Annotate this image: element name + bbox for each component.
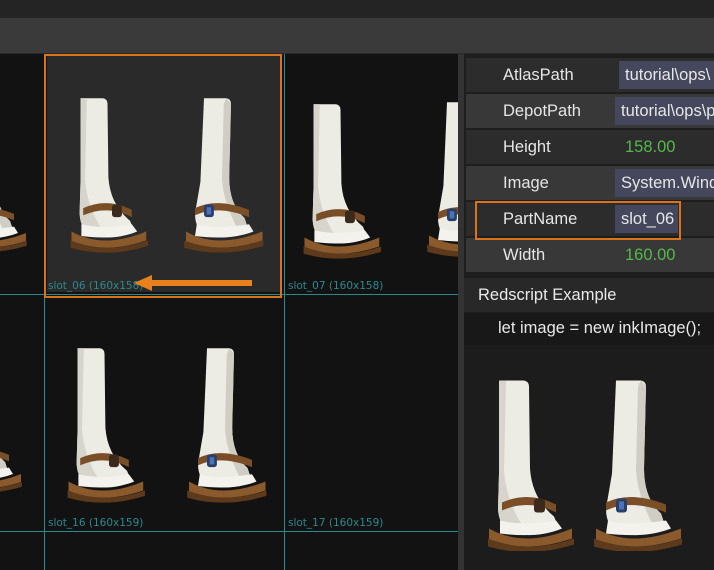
property-key: DepotPath [503,102,581,120]
grid-line [0,531,458,532]
property-row-image[interactable]: Image System.Windo [466,166,714,200]
grid-line [284,54,285,570]
selected-slot-outline [44,54,282,298]
height-value[interactable]: 158.00 [619,133,714,161]
width-value[interactable]: 160.00 [619,241,714,269]
white-sock-sandals-icon[interactable] [180,338,270,508]
property-row-height[interactable]: Height 158.00 [466,130,714,164]
title-bar [0,0,714,18]
property-row-width[interactable]: Width 160.00 [466,238,714,272]
slot-label: slot_17 (160x159) [288,517,384,529]
white-sock-sandals-icon [586,376,686,551]
white-sock-sandals-icon[interactable] [420,92,458,262]
atlas-viewer[interactable]: slot_06 (160x158) slot_07 (160x158) slot… [0,54,458,570]
toolbar [0,18,714,54]
depotpath-field[interactable]: tutorial\ops\p [615,97,714,125]
property-row-atlaspath[interactable]: AtlasPath tutorial\ops\ [466,58,714,92]
redscript-code-line[interactable]: let image = new inkImage(); [464,313,714,345]
tool-window: slot_06 (160x158) slot_07 (160x158) slot… [0,0,714,570]
left-arrow-icon [134,275,252,291]
slot-label: slot_06 (160x158) [48,280,144,292]
image-preview [464,346,714,570]
white-sock-sandals-icon[interactable] [300,94,390,264]
property-key: Width [503,246,546,264]
image-field[interactable]: System.Windo [615,169,714,197]
property-key: Height [503,138,551,156]
property-key: Image [503,174,549,192]
slot-label: slot_07 (160x158) [288,280,384,292]
white-sock-sandals-icon[interactable] [0,337,25,507]
white-sock-sandals-icon[interactable] [0,96,30,266]
slot-label: slot_16 (160x159) [48,517,144,529]
property-key: AtlasPath [503,66,574,84]
section-title: Redscript Example [478,286,617,304]
white-sock-sandals-icon[interactable] [64,338,154,508]
redscript-section-header[interactable]: Redscript Example [464,277,714,312]
partname-highlight-outline [475,201,681,240]
atlaspath-field[interactable]: tutorial\ops\ [619,61,714,89]
white-sock-sandals-icon [484,376,584,551]
property-row-depotpath[interactable]: DepotPath tutorial\ops\p [466,94,714,128]
